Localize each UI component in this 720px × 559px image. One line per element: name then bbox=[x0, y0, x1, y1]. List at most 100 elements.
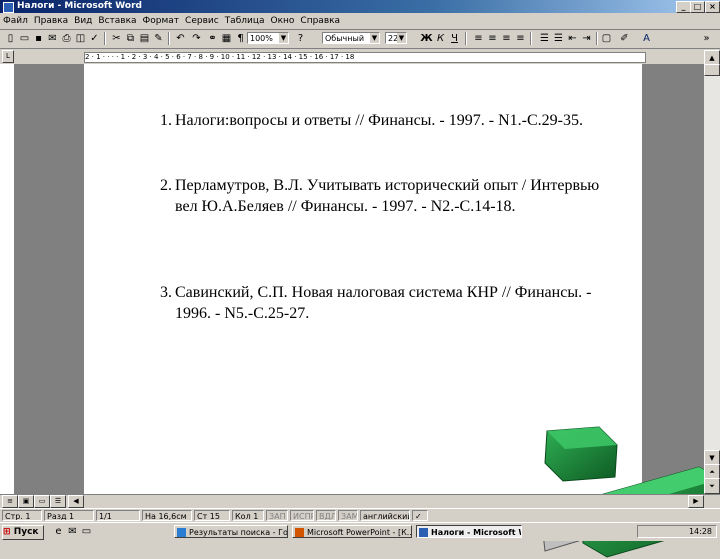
align-center-icon[interactable]: ≡ bbox=[486, 32, 499, 45]
status-section: Разд 1 bbox=[44, 510, 94, 521]
menu-insert[interactable]: Вставка bbox=[95, 13, 139, 29]
print-preview-icon[interactable]: ◫ bbox=[74, 32, 87, 45]
show-formatting-button[interactable]: ¶ bbox=[234, 32, 247, 45]
help-icon[interactable]: ? bbox=[294, 32, 307, 45]
font-color-icon[interactable]: A bbox=[640, 32, 653, 45]
italic-button[interactable]: К bbox=[434, 32, 447, 45]
chevron-down-icon[interactable]: ▼ bbox=[279, 33, 288, 43]
status-track-changes[interactable]: ИСПР bbox=[290, 510, 314, 521]
tab-selector-icon[interactable]: L bbox=[2, 50, 14, 63]
status-bar: Стр. 1 Разд 1 1/1 На 16,6см Ст 15 Кол 1 … bbox=[0, 508, 720, 523]
outlook-quicklaunch-icon[interactable]: ✉ bbox=[66, 525, 79, 538]
document-area: 1. Налоги:вопросы и ответы // Финансы. -… bbox=[14, 64, 720, 558]
outline-view-icon[interactable]: ☰ bbox=[50, 495, 66, 508]
start-button[interactable]: ⊞ Пуск bbox=[2, 525, 44, 540]
format-painter-icon[interactable]: ✎ bbox=[152, 32, 165, 45]
status-pages: 1/1 bbox=[96, 510, 140, 521]
status-record[interactable]: ЗАП bbox=[266, 510, 288, 521]
increase-indent-icon[interactable]: ⇥ bbox=[580, 32, 593, 45]
undo-icon[interactable]: ↶ bbox=[174, 32, 187, 45]
style-value: Обычный bbox=[325, 34, 365, 43]
reference-item-1[interactable]: 1. Налоги:вопросы и ответы // Финансы. -… bbox=[160, 110, 610, 131]
maximize-button[interactable]: □ bbox=[690, 1, 705, 13]
spelling-icon[interactable]: ✓ bbox=[88, 32, 101, 45]
style-select[interactable]: Обычный ▼ bbox=[322, 32, 380, 44]
system-tray[interactable]: 14:28 bbox=[637, 525, 717, 538]
reference-item-3[interactable]: 3. Савинский, С.П. Новая налоговая систе… bbox=[160, 282, 610, 324]
task-powerpoint[interactable]: Microsoft PowerPoint - [К... bbox=[292, 525, 412, 538]
reference-number: 2. bbox=[160, 177, 172, 194]
spelling-status-icon[interactable]: ✓ bbox=[412, 510, 428, 521]
reference-number: 3. bbox=[160, 284, 172, 301]
zoom-select[interactable]: 100% ▼ bbox=[247, 32, 289, 44]
copy-icon[interactable]: ⧉ bbox=[124, 32, 137, 45]
borders-icon[interactable]: ▢ bbox=[600, 32, 613, 45]
normal-view-icon[interactable]: ≡ bbox=[2, 495, 18, 508]
ie-quicklaunch-icon[interactable]: e bbox=[52, 525, 65, 538]
word-icon bbox=[419, 528, 428, 537]
bulleted-list-icon[interactable]: ☰ bbox=[552, 32, 565, 45]
chevron-down-icon[interactable]: ▼ bbox=[397, 33, 406, 43]
vertical-ruler[interactable] bbox=[0, 64, 15, 494]
redo-icon[interactable]: ↷ bbox=[190, 32, 203, 45]
toolbar-options-icon[interactable]: » bbox=[700, 32, 713, 45]
menu-bar: Файл Правка Вид Вставка Формат Сервис Таблица О… bbox=[0, 13, 720, 30]
font-size-select[interactable]: 22 ▼ bbox=[385, 32, 407, 44]
table-icon[interactable]: ▦ bbox=[220, 32, 233, 45]
paste-icon[interactable]: ▤ bbox=[138, 32, 151, 45]
align-right-icon[interactable]: ≡ bbox=[500, 32, 513, 45]
menu-format[interactable]: Формат bbox=[140, 13, 183, 29]
bold-button[interactable]: Ж bbox=[420, 32, 433, 45]
justify-icon[interactable]: ≡ bbox=[514, 32, 527, 45]
align-left-icon[interactable]: ≡ bbox=[472, 32, 485, 45]
status-position: На 16,6см bbox=[142, 510, 192, 521]
horizontal-scrollbar[interactable]: ≡ ▣ ▭ ☰ ◀ ▶ bbox=[0, 494, 720, 509]
menu-table[interactable]: Таблица bbox=[222, 13, 268, 29]
web-view-icon[interactable]: ▣ bbox=[18, 495, 34, 508]
save-icon[interactable]: ▪ bbox=[32, 32, 45, 45]
numbered-list-icon[interactable]: ☰ bbox=[538, 32, 551, 45]
highlight-icon[interactable]: ✐ bbox=[618, 32, 631, 45]
vertical-scrollbar[interactable]: ▲ ▼ ⏶ ⏷ bbox=[704, 50, 720, 494]
hyperlink-icon[interactable]: ⚭ bbox=[206, 32, 219, 45]
reference-text: Перламутров, В.Л. Учитывать исторический… bbox=[175, 177, 600, 215]
title-bar[interactable]: Налоги - Microsoft Word _ □ × bbox=[0, 0, 720, 13]
menu-file[interactable]: Файл bbox=[0, 13, 31, 29]
new-document-icon[interactable]: ▯ bbox=[4, 32, 17, 45]
underline-button[interactable]: Ч bbox=[448, 32, 461, 45]
menu-edit[interactable]: Правка bbox=[31, 13, 71, 29]
next-page-icon[interactable]: ⏷ bbox=[704, 478, 720, 494]
task-word[interactable]: Налоги - Microsoft W... bbox=[416, 525, 522, 538]
start-label: Пуск bbox=[13, 527, 39, 537]
zoom-value: 100% bbox=[250, 34, 273, 43]
menu-view[interactable]: Вид bbox=[71, 13, 95, 29]
minimize-button[interactable]: _ bbox=[676, 1, 691, 13]
scroll-right-icon[interactable]: ▶ bbox=[688, 495, 704, 508]
menu-tools[interactable]: Сервис bbox=[182, 13, 222, 29]
reference-item-2[interactable]: 2. Перламутров, В.Л. Учитывать историчес… bbox=[160, 175, 610, 217]
email-icon[interactable]: ✉ bbox=[46, 32, 59, 45]
print-icon[interactable]: ⎙ bbox=[60, 32, 73, 45]
task-label: Microsoft PowerPoint - [К... bbox=[307, 528, 412, 537]
menu-window[interactable]: Окно bbox=[268, 13, 298, 29]
cut-icon[interactable]: ✂ bbox=[110, 32, 123, 45]
reference-text: Налоги:вопросы и ответы // Финансы. - 19… bbox=[175, 112, 583, 129]
menu-help[interactable]: Справка bbox=[297, 13, 343, 29]
desktop-quicklaunch-icon[interactable]: ▭ bbox=[80, 525, 93, 538]
open-folder-icon[interactable]: ▭ bbox=[18, 32, 31, 45]
horizontal-ruler[interactable]: L 2 · 1 · · · · 1 · 2 · 3 · 4 · 5 · 6 · … bbox=[0, 50, 704, 64]
status-column: Кол 1 bbox=[232, 510, 264, 521]
word-app-icon[interactable] bbox=[3, 2, 14, 13]
status-language[interactable]: английский (США) bbox=[360, 510, 410, 521]
scroll-thumb[interactable] bbox=[704, 64, 720, 76]
decrease-indent-icon[interactable]: ⇤ bbox=[566, 32, 579, 45]
status-extend[interactable]: ВДЛ bbox=[316, 510, 336, 521]
status-overtype[interactable]: ЗАМ bbox=[338, 510, 358, 521]
chevron-down-icon[interactable]: ▼ bbox=[370, 33, 379, 43]
print-layout-icon[interactable]: ▭ bbox=[34, 495, 50, 508]
ruler-scale: 2 · 1 · · · · 1 · 2 · 3 · 4 · 5 · 6 · 7 … bbox=[84, 52, 646, 63]
scroll-left-icon[interactable]: ◀ bbox=[68, 495, 84, 508]
close-button[interactable]: × bbox=[705, 1, 720, 13]
explorer-icon bbox=[177, 528, 186, 537]
task-search-results[interactable]: Результаты поиска - Го... bbox=[174, 525, 288, 538]
